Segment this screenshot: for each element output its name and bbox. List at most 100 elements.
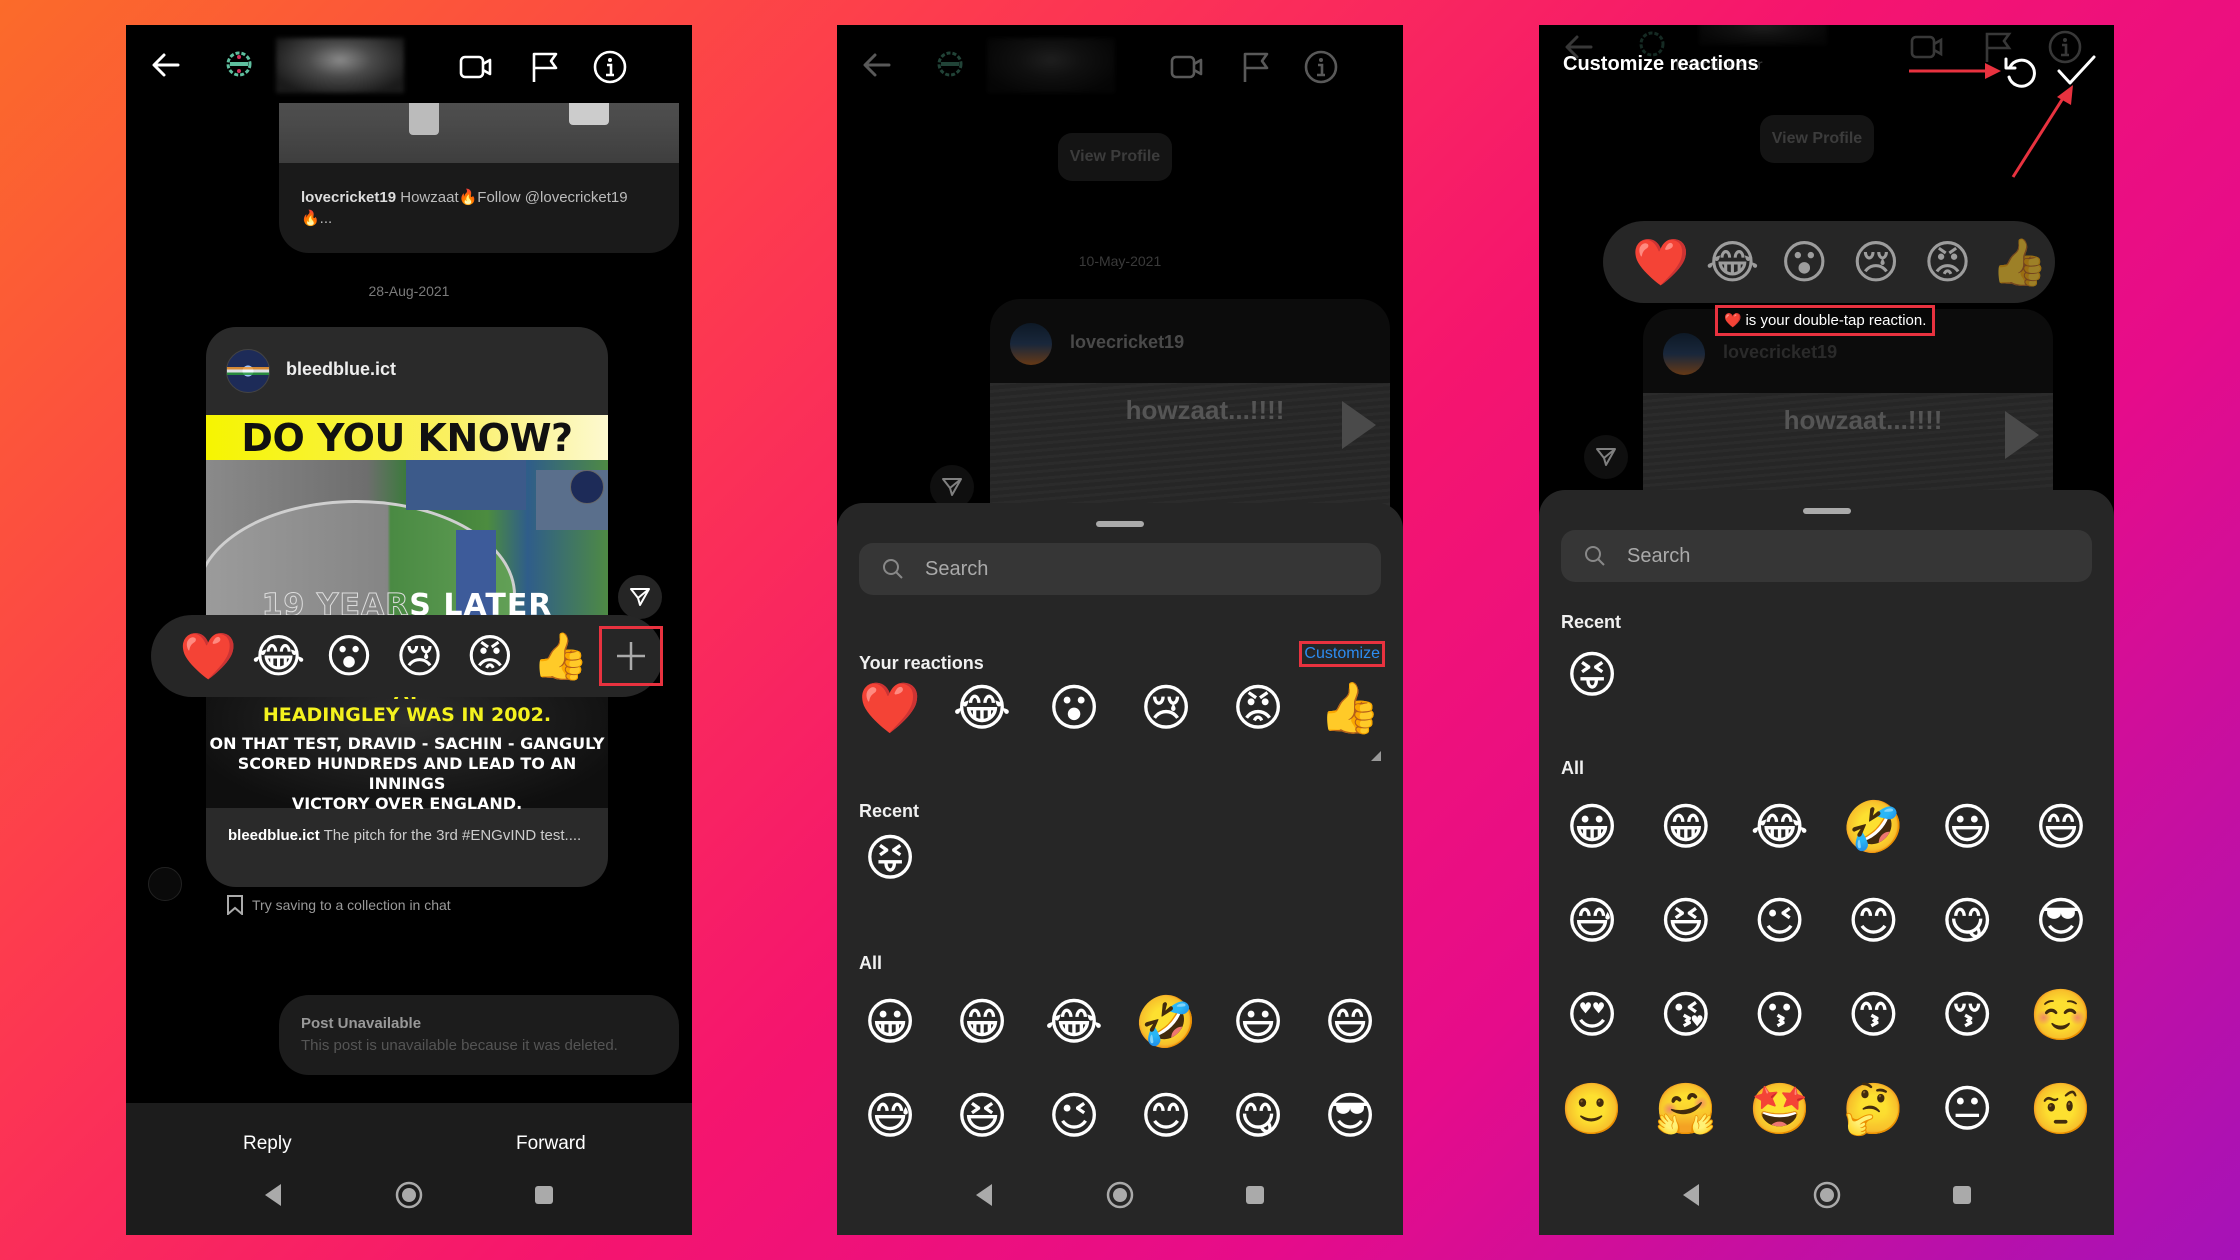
emoji-option[interactable]: 😊 [1842,896,1904,946]
chat-name-blurred[interactable] [987,38,1115,93]
emoji-option[interactable]: ☺️ [2030,990,2092,1040]
reaction-sad[interactable]: 😢 [384,633,454,679]
emoji-option[interactable]: 🙂 [1561,1084,1623,1134]
emoji-option[interactable]: 😗 [1749,990,1811,1040]
nav-back-icon[interactable] [970,1180,1000,1210]
emoji-grid-row: 😅 😆 😉 😊 😋 😎 [1561,874,2092,968]
emoji-option[interactable]: 😊 [1135,1091,1197,1141]
reel-username: lovecricket19 [1070,332,1185,352]
emoji-option[interactable]: 😀 [859,997,921,1047]
reaction-slot-sad[interactable]: 😢 [1840,239,1912,285]
recent-emoji[interactable]: 😝 [1561,650,1623,700]
nav-recents-icon[interactable] [529,1180,559,1210]
flag-icon[interactable] [1237,49,1273,85]
reaction-laugh[interactable]: 😂 [951,683,1013,733]
nav-back-icon[interactable] [259,1180,289,1210]
shared-post-bleedblue[interactable]: bleedblue.ict DO YOU KNOW? 19 YEARS LATE… [206,327,608,887]
reaction-sad[interactable]: 😢 [1135,683,1197,733]
emoji-search-input[interactable] [1627,530,1927,582]
send-icon [1596,448,1616,466]
nav-home-icon[interactable] [394,1180,424,1210]
reaction-slot-angry[interactable]: 😡 [1912,239,1984,285]
emoji-option[interactable]: 😄 [2030,802,2092,852]
recent-emoji[interactable]: 😝 [859,833,921,883]
forward-button[interactable]: Forward [516,1133,586,1155]
emoji-option[interactable]: 😃 [1936,802,1998,852]
emoji-option[interactable]: 😅 [1561,896,1623,946]
reaction-wow[interactable]: 😮 [1043,683,1105,733]
reaction-slot-thumbs-up[interactable]: 👍 [1983,239,2055,285]
emoji-option[interactable]: 😂 [1043,997,1105,1047]
reaction-heart[interactable]: ❤️ [859,683,921,733]
view-profile-button[interactable]: View Profile [1058,133,1172,181]
chat-avatar-icon[interactable] [935,49,965,79]
sender-avatar[interactable] [148,867,182,901]
emoji-option[interactable]: 😋 [1936,896,1998,946]
nav-recents-icon[interactable] [1240,1180,1270,1210]
emoji-option[interactable]: 🤔 [1842,1084,1904,1134]
emoji-option[interactable]: 🤣 [1842,802,1904,852]
emoji-option[interactable]: 😀 [1561,802,1623,852]
save-collection-tip[interactable]: Try saving to a collection in chat [226,895,451,915]
reaction-wow[interactable]: 😮 [314,633,384,679]
nav-home-icon[interactable] [1812,1180,1842,1210]
emoji-option[interactable]: 😎 [2030,896,2092,946]
emoji-option[interactable]: 😙 [1842,990,1904,1040]
reaction-thumbs-up[interactable]: 👍 [525,633,595,679]
emoji-option[interactable]: 🤣 [1135,997,1197,1047]
emoji-option[interactable]: 😁 [951,997,1013,1047]
emoji-search-input[interactable] [925,543,1225,595]
emoji-option[interactable]: 😄 [1319,997,1381,1047]
emoji-option[interactable]: 😅 [859,1091,921,1141]
send-icon [630,588,650,606]
emoji-option[interactable]: 😋 [1227,1091,1289,1141]
reply-button[interactable]: Reply [243,1133,292,1155]
video-call-icon[interactable] [1169,49,1205,85]
reaction-angry[interactable]: 😡 [1227,683,1289,733]
reaction-thumbs-up[interactable]: 👍 [1319,683,1381,733]
back-arrow-icon[interactable] [148,47,184,83]
reaction-slot-heart[interactable]: ❤️ [1625,239,1697,285]
post-header: bleedblue.ict [206,327,608,415]
info-icon[interactable] [1303,49,1339,85]
emoji-option[interactable]: 😃 [1227,997,1289,1047]
share-button[interactable] [618,575,662,619]
info-icon[interactable] [592,49,628,85]
reaction-laugh[interactable]: 😂 [243,633,313,679]
sheet-drag-handle[interactable] [1096,521,1144,527]
emoji-option[interactable]: 🤩 [1748,1084,1810,1134]
nav-recents-icon[interactable] [1947,1180,1977,1210]
emoji-option[interactable]: 😆 [951,1091,1013,1141]
post-headline: DO YOU KNOW? [206,415,608,460]
emoji-search[interactable] [1561,530,2092,582]
post-unavailable-card[interactable]: Post Unavailable This post is unavailabl… [279,995,679,1075]
add-reaction-button[interactable] [599,626,663,686]
nav-home-icon[interactable] [1105,1180,1135,1210]
emoji-option[interactable]: 😆 [1655,896,1717,946]
emoji-option[interactable]: 🤗 [1655,1084,1717,1134]
reaction-slot-laugh[interactable]: 😂 [1697,239,1769,285]
emoji-option[interactable]: 🤨 [2030,1084,2092,1134]
emoji-grid-row: 😍 😘 😗 😙 😚 ☺️ [1561,968,2092,1062]
video-call-icon[interactable] [458,49,494,85]
emoji-option[interactable]: 😉 [1043,1091,1105,1141]
emoji-option[interactable]: 😚 [1936,990,1998,1040]
reaction-slot-wow[interactable]: 😮 [1768,239,1840,285]
reaction-heart[interactable]: ❤️ [173,633,243,679]
chat-name-blurred[interactable] [276,38,404,93]
emoji-option[interactable]: 😉 [1749,896,1811,946]
flag-icon[interactable] [526,49,562,85]
sheet-drag-handle[interactable] [1802,508,1851,514]
emoji-option[interactable]: 😎 [1319,1091,1381,1141]
nav-back-icon[interactable] [1677,1180,1707,1210]
emoji-option[interactable]: 😍 [1561,990,1623,1040]
reaction-angry[interactable]: 😡 [455,633,525,679]
customize-button[interactable]: Customize [1299,641,1385,667]
back-arrow-icon[interactable] [859,47,895,83]
emoji-search[interactable] [859,543,1381,595]
emoji-option[interactable]: 😁 [1655,802,1717,852]
emoji-option[interactable]: 😐 [1936,1084,1998,1134]
chat-avatar-icon[interactable] [224,49,254,79]
emoji-option[interactable]: 😂 [1749,802,1811,852]
emoji-option[interactable]: 😘 [1655,990,1717,1040]
